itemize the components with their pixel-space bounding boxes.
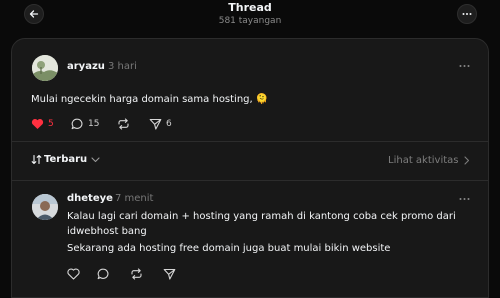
avatar[interactable] xyxy=(32,55,58,81)
title-block: Thread 581 tayangan xyxy=(0,1,500,27)
chevron-down-icon xyxy=(91,156,100,162)
divider xyxy=(12,180,488,181)
post-text: Mulai ngecekin harga domain sama hosting… xyxy=(31,94,269,105)
comment-count: 15 xyxy=(88,119,100,129)
page-title: Thread xyxy=(228,1,272,14)
more-horizontal-icon xyxy=(459,198,470,200)
heart-filled-icon xyxy=(31,119,44,129)
sort-label: Terbaru xyxy=(44,154,88,165)
more-horizontal-icon xyxy=(462,13,472,15)
avatar-image xyxy=(32,194,58,220)
reply-time: 7 menit xyxy=(115,193,154,204)
post-more-button[interactable] xyxy=(459,58,470,71)
avatar-image xyxy=(32,55,58,81)
reply-share-button[interactable] xyxy=(163,268,176,280)
reply-text-line: Sekarang ada hosting free domain juga bu… xyxy=(67,243,391,254)
post-time: 3 hari xyxy=(108,61,137,72)
chevron-right-icon xyxy=(463,156,469,165)
more-options-button[interactable] xyxy=(457,4,477,24)
comment-bubble-icon xyxy=(97,268,109,280)
heart-outline-icon xyxy=(67,268,80,280)
like-button[interactable]: 5 xyxy=(31,118,54,130)
sort-arrows-icon xyxy=(31,154,42,165)
reply-more-button[interactable] xyxy=(459,191,470,204)
send-icon xyxy=(149,118,162,130)
view-count: 581 tayangan xyxy=(218,16,282,26)
thread-card: aryazu 3 hari Mulai ngecekin harga domai… xyxy=(11,38,489,298)
avatar[interactable] xyxy=(32,194,58,220)
more-horizontal-icon xyxy=(459,65,470,67)
repost-icon xyxy=(131,268,142,280)
send-icon xyxy=(163,268,176,280)
sort-dropdown[interactable]: Terbaru xyxy=(31,154,100,165)
reply-text-line: Kalau lagi cari domain + hosting yang ra… xyxy=(67,211,456,222)
like-count: 5 xyxy=(48,119,54,129)
share-button[interactable]: 6 xyxy=(149,118,172,130)
repost-icon xyxy=(118,118,129,130)
reply-comment-button[interactable] xyxy=(97,268,110,280)
reply-username[interactable]: dheteye xyxy=(67,193,113,204)
comment-bubble-icon xyxy=(71,118,83,130)
view-activity-link[interactable]: Lihat aktivitas xyxy=(388,155,470,166)
reply-like-button[interactable] xyxy=(67,268,80,280)
divider xyxy=(12,141,488,142)
comment-button[interactable]: 15 xyxy=(71,118,99,130)
top-bar: Thread 581 tayangan xyxy=(0,0,500,38)
share-count: 6 xyxy=(166,119,172,129)
activity-label: Lihat aktivitas xyxy=(388,155,459,166)
repost-button[interactable] xyxy=(117,118,130,130)
post-username[interactable]: aryazu xyxy=(67,61,105,72)
reply-text-line: idwebhost bang xyxy=(67,226,147,237)
reply-repost-button[interactable] xyxy=(130,268,143,280)
